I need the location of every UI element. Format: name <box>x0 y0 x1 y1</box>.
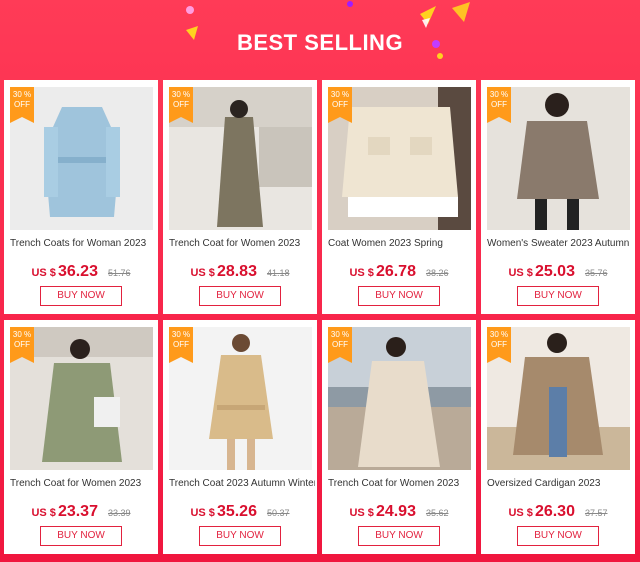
price-row: US $26.30 37.57 <box>481 503 635 521</box>
product-card[interactable]: 30 % OFF Oversized Cardigan 2023 US $26.3… <box>481 320 635 554</box>
discount-badge: 30 % OFF <box>328 327 352 363</box>
product-price: 26.78 <box>375 263 416 280</box>
product-price: 35.26 <box>216 503 257 520</box>
product-card[interactable]: 30 % OFF Trench Coat 2023 Autumn Winter U… <box>163 320 317 554</box>
buy-now-button[interactable]: BUY NOW <box>199 286 281 306</box>
product-name[interactable]: Women's Sweater 2023 Autumn <box>487 238 633 249</box>
product-card[interactable]: 30 % OFF Trench Coats for Woman 2023 US $… <box>4 80 158 314</box>
price-row: US $23.37 33.39 <box>4 503 158 521</box>
product-name[interactable]: Trench Coat for Women 2023 <box>169 238 315 249</box>
product-name[interactable]: Coat Women 2023 Spring <box>328 238 474 249</box>
product-name[interactable]: Trench Coats for Woman 2023 <box>10 238 156 249</box>
product-card[interactable]: 30 % OFF Coat Women 2023 Spring US $26.78… <box>322 80 476 314</box>
discount-badge: 30 % OFF <box>487 327 511 363</box>
currency-label: US $ <box>190 507 215 519</box>
price-row: US $35.26 50.37 <box>163 503 317 521</box>
price-row: US $24.93 35.62 <box>322 503 476 521</box>
buy-now-button[interactable]: BUY NOW <box>40 526 122 546</box>
discount-badge: 30 % OFF <box>487 87 511 123</box>
discount-badge: 30 % OFF <box>10 87 34 123</box>
product-card[interactable]: 30 % OFF Trench Coat for Women 2023 US $2… <box>322 320 476 554</box>
original-price: 41.18 <box>266 268 290 278</box>
header-banner: BEST SELLING <box>0 0 640 80</box>
price-row: US $36.23 51.76 <box>4 263 158 281</box>
buy-now-button[interactable]: BUY NOW <box>40 286 122 306</box>
discount-badge: 30 % OFF <box>169 87 193 123</box>
discount-badge: 30 % OFF <box>10 327 34 363</box>
price-row: US $28.83 41.18 <box>163 263 317 281</box>
buy-now-button[interactable]: BUY NOW <box>199 526 281 546</box>
buy-now-button[interactable]: BUY NOW <box>358 526 440 546</box>
buy-now-button[interactable]: BUY NOW <box>517 286 599 306</box>
product-name[interactable]: Oversized Cardigan 2023 <box>487 478 633 489</box>
buy-now-button[interactable]: BUY NOW <box>517 526 599 546</box>
original-price: 35.62 <box>425 508 449 518</box>
original-price: 51.76 <box>107 268 131 278</box>
currency-label: US $ <box>349 507 374 519</box>
currency-label: US $ <box>508 507 533 519</box>
original-price: 37.57 <box>584 508 608 518</box>
discount-badge: 30 % OFF <box>169 327 193 363</box>
product-name[interactable]: Trench Coat for Women 2023 <box>328 478 474 489</box>
price-row: US $26.78 38.26 <box>322 263 476 281</box>
product-card[interactable]: 30 % OFF Trench Coat for Women 2023 US $2… <box>163 80 317 314</box>
product-grid: 30 % OFF Trench Coats for Woman 2023 US $… <box>4 80 636 558</box>
product-name[interactable]: Trench Coat for Women 2023 <box>10 478 156 489</box>
original-price: 35.76 <box>584 268 608 278</box>
product-card[interactable]: 30 % OFF Women's Sweater 2023 Autumn US $… <box>481 80 635 314</box>
currency-label: US $ <box>508 267 533 279</box>
product-price: 36.23 <box>57 263 98 280</box>
price-row: US $25.03 35.76 <box>481 263 635 281</box>
product-price: 23.37 <box>57 503 98 520</box>
product-card[interactable]: 30 % OFF Trench Coat for Women 2023 US $2… <box>4 320 158 554</box>
product-price: 25.03 <box>534 263 575 280</box>
product-price: 28.83 <box>216 263 257 280</box>
currency-label: US $ <box>349 267 374 279</box>
original-price: 50.37 <box>266 508 290 518</box>
product-name[interactable]: Trench Coat 2023 Autumn Winter <box>169 478 315 489</box>
product-price: 24.93 <box>375 503 416 520</box>
page-title: BEST SELLING <box>236 30 404 55</box>
currency-label: US $ <box>31 267 56 279</box>
currency-label: US $ <box>190 267 215 279</box>
buy-now-button[interactable]: BUY NOW <box>358 286 440 306</box>
currency-label: US $ <box>31 507 56 519</box>
discount-badge: 30 % OFF <box>328 87 352 123</box>
original-price: 33.39 <box>107 508 131 518</box>
product-price: 26.30 <box>534 503 575 520</box>
original-price: 38.26 <box>425 268 449 278</box>
